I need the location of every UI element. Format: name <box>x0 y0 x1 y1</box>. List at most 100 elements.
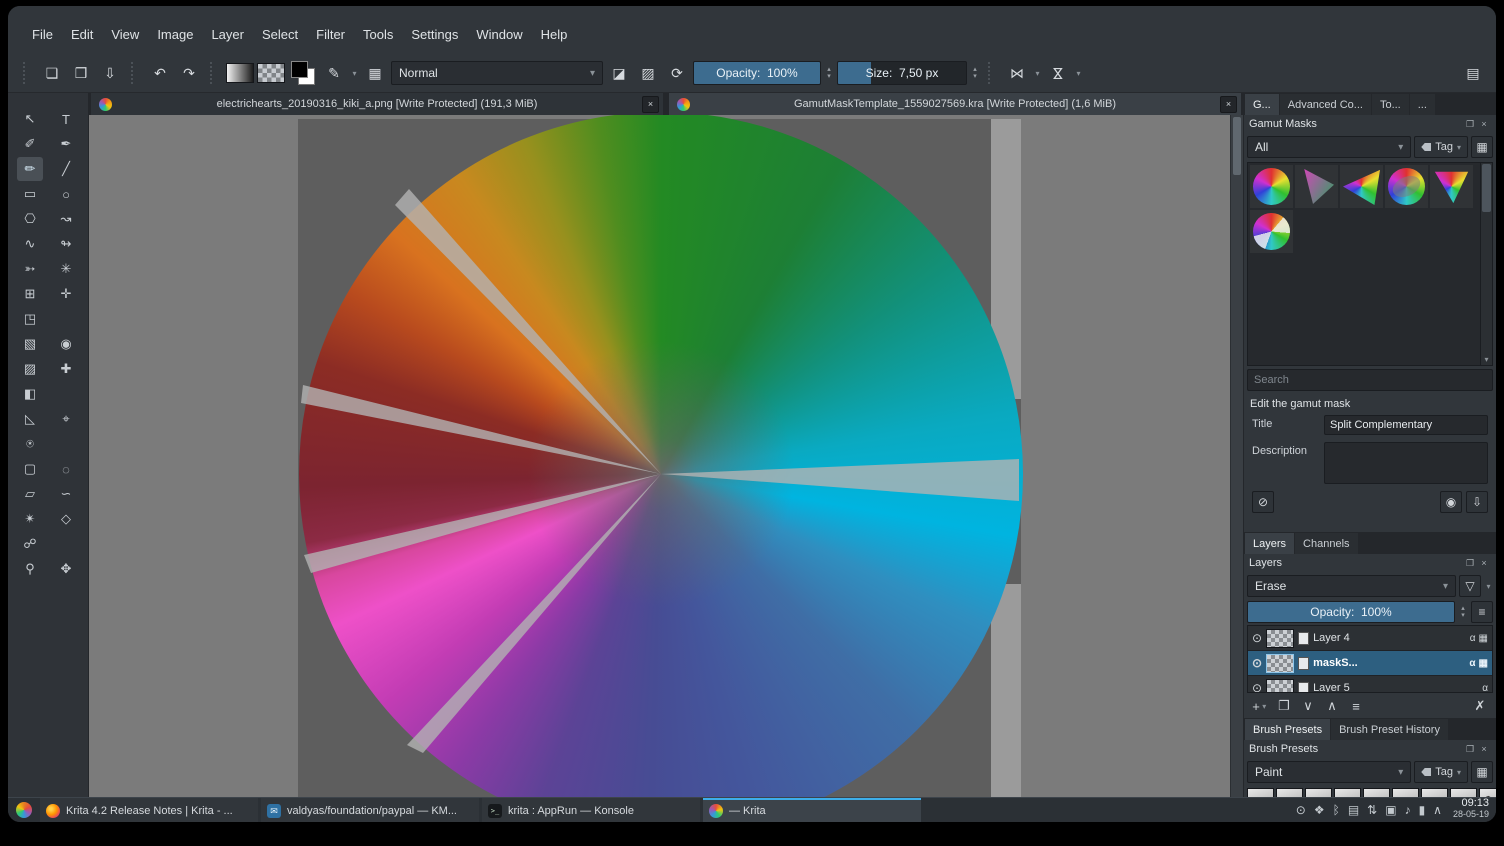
polygonal-select-tool[interactable]: ▱ <box>17 482 43 506</box>
move-layer-up-button[interactable]: ∧ <box>1321 696 1343 716</box>
new-document-button[interactable]: ❏ <box>39 60 65 86</box>
layer-badge-icon[interactable]: α <box>1469 658 1475 669</box>
canvas-vertical-scrollbar[interactable] <box>1230 115 1243 797</box>
menu-item[interactable]: Filter <box>308 24 353 45</box>
gamut-view-options-button[interactable]: ▦ <box>1471 136 1493 158</box>
docker-tab[interactable]: G... <box>1245 94 1279 115</box>
rectangular-select-tool[interactable]: ▢ <box>17 457 43 481</box>
magnetic-select-tool[interactable]: ☍ <box>17 532 43 556</box>
digital-clock[interactable]: 09:13 28-05-19 <box>1453 798 1493 822</box>
menu-item[interactable]: Window <box>468 24 530 45</box>
brush-preset-thumbnail[interactable]: ∿ <box>1247 788 1274 797</box>
add-layer-button[interactable]: + ▾ <box>1249 696 1271 716</box>
layer-badge-icon[interactable]: α <box>1482 683 1488 693</box>
clipboard-icon[interactable]: ▣ <box>1385 803 1396 817</box>
layer-row[interactable]: ⊙ Layer 4 α ▦ <box>1248 626 1492 651</box>
gamut-tag-filter-select[interactable]: All ▾ <box>1247 136 1412 158</box>
measure-tool[interactable]: ⌖ <box>53 407 79 431</box>
empty-cell[interactable] <box>53 382 79 406</box>
mirror-vertical-button[interactable]: ⋈ <box>1045 60 1071 86</box>
empty-cell[interactable] <box>53 432 79 456</box>
docker-tab[interactable]: Advanced Co... <box>1279 94 1371 115</box>
delete-layer-button[interactable]: ✗ <box>1469 696 1491 716</box>
gamut-mask-item[interactable] <box>1250 210 1293 253</box>
elliptical-select-tool[interactable]: ◌ <box>53 457 79 481</box>
layer-row[interactable]: ⊙ maskS... α ▦ <box>1248 651 1492 676</box>
brush-preset-thumbnail[interactable]: ∿ <box>1392 788 1419 797</box>
layer-filter-dropdown-arrow-icon[interactable]: ▾ <box>1484 582 1493 591</box>
user-activity-icon[interactable]: ⊙ <box>1296 803 1306 817</box>
layer-options-button[interactable]: ≡ <box>1345 696 1367 716</box>
assistants-tool[interactable]: ◺ <box>17 407 43 431</box>
network-icon[interactable]: ⇅ <box>1367 803 1377 817</box>
menu-item[interactable]: Layer <box>203 24 252 45</box>
brush-preset-thumbnail[interactable]: ∿ <box>1305 788 1332 797</box>
tab-close-button[interactable]: × <box>642 95 659 113</box>
color-sampler-tool[interactable]: ◉ <box>53 332 79 356</box>
cancel-edit-button[interactable]: ⊘ <box>1252 491 1274 513</box>
gamut-search-input[interactable] <box>1247 369 1493 391</box>
transform-tool[interactable]: ⊞ <box>17 282 43 306</box>
brush-preset-thumbnail[interactable]: ✎ <box>1479 788 1496 797</box>
battery-icon[interactable]: ▮ <box>1419 803 1426 817</box>
brush-preset-thumbnail[interactable]: ∿ <box>1450 788 1477 797</box>
layer-filter-button[interactable]: ▽ <box>1459 575 1481 597</box>
mirror-horizontal-button[interactable]: ⋈ <box>1004 60 1030 86</box>
float-docker-icon[interactable]: ❐ <box>1463 119 1477 130</box>
docker-tab[interactable]: To... <box>1371 94 1409 115</box>
freehand-path-tool[interactable]: ↬ <box>53 232 79 256</box>
taskbar-task-button[interactable]: >_ krita : AppRun — Konsole <box>482 798 700 822</box>
text-tool[interactable]: T <box>53 107 79 131</box>
size-spinner[interactable]: ▴ ▾ <box>970 66 980 80</box>
toolbar-drag-handle[interactable] <box>23 62 31 84</box>
brush-tag-button[interactable]: Tag ▾ <box>1414 761 1468 783</box>
brush-preset-thumbnail[interactable]: ∿ <box>1334 788 1361 797</box>
select-shapes-tool[interactable]: ↖ <box>17 107 43 131</box>
layer-visibility-eye-icon[interactable]: ⊙ <box>1252 656 1262 670</box>
scroll-down-arrow-icon[interactable]: ▾ <box>1481 355 1492 364</box>
brush-tag-filter-select[interactable]: Paint ▾ <box>1247 761 1412 783</box>
resource-scrollbar[interactable]: ▾ <box>1480 163 1492 365</box>
preserve-alpha-button[interactable]: ▨ <box>635 60 661 86</box>
rectangle-tool[interactable]: ▭ <box>17 182 43 206</box>
mirror-horizontal-dropdown-arrow-icon[interactable]: ▾ <box>1033 69 1042 78</box>
similar-select-tool[interactable]: ✴ <box>17 507 43 531</box>
layer-badge-icon[interactable]: ▦ <box>1479 658 1488 669</box>
brush-preset-thumbnail[interactable]: ∿ <box>1276 788 1303 797</box>
close-docker-icon[interactable]: × <box>1477 119 1491 129</box>
duplicate-layer-button[interactable]: ❐ <box>1273 696 1295 716</box>
empty-cell[interactable] <box>53 532 79 556</box>
bezier-select-tool[interactable]: ◇ <box>53 507 79 531</box>
layer-opacity-slider[interactable]: Opacity: 100% <box>1247 601 1455 623</box>
layer-badge-icon[interactable]: ▦ <box>1479 633 1488 644</box>
line-tool[interactable]: ╱ <box>53 157 79 181</box>
empty-cell[interactable] <box>53 307 79 331</box>
brush-editor-button[interactable]: ✎ <box>321 60 347 86</box>
gradient-tool[interactable]: ▧ <box>17 332 43 356</box>
brush-preset-thumbnail[interactable]: ∿ <box>1363 788 1390 797</box>
mirror-vertical-dropdown-arrow-icon[interactable]: ▾ <box>1074 69 1083 78</box>
menu-item[interactable]: Edit <box>63 24 101 45</box>
opacity-slider[interactable]: Opacity: 100% <box>693 61 821 85</box>
pan-tool[interactable]: ✥ <box>53 557 79 581</box>
multibrush-tool[interactable]: ✳ <box>53 257 79 281</box>
expand-arrow-icon[interactable]: ∧ <box>1433 803 1442 817</box>
crop-tool[interactable]: ◳ <box>17 307 43 331</box>
gradient-chooser-button[interactable] <box>226 63 254 83</box>
undo-button[interactable]: ↶ <box>147 60 173 86</box>
save-document-button[interactable]: ⇩ <box>97 60 123 86</box>
reload-preset-button[interactable]: ⟳ <box>664 60 690 86</box>
brush-presets-button[interactable]: ▦ <box>362 60 388 86</box>
menu-item[interactable]: Tools <box>355 24 401 45</box>
open-document-button[interactable]: ❒ <box>68 60 94 86</box>
bezier-curve-tool[interactable]: ∿ <box>17 232 43 256</box>
freehand-brush-tool[interactable]: ✏ <box>17 157 43 181</box>
edit-shapes-tool[interactable]: ✐ <box>17 132 43 156</box>
gamut-tag-button[interactable]: Tag ▾ <box>1414 136 1468 158</box>
docker-tab[interactable]: Channels <box>1295 533 1358 554</box>
canvas-area[interactable] <box>89 115 1243 797</box>
close-docker-icon[interactable]: × <box>1477 558 1491 568</box>
docker-tab[interactable]: ... <box>1409 94 1435 115</box>
taskbar-task-button[interactable]: ✉ valdyas/foundation/paypal — KM... <box>261 798 479 822</box>
display-icon[interactable]: ▤ <box>1348 803 1359 817</box>
